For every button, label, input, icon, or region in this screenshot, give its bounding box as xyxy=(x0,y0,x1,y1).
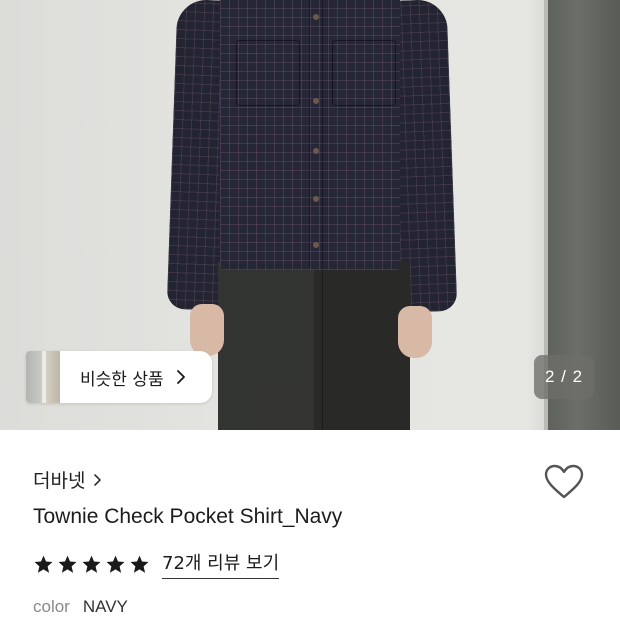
color-value: NAVY xyxy=(82,597,128,616)
skirt xyxy=(218,262,410,430)
view-reviews-link[interactable]: 72개 리뷰 보기 xyxy=(162,549,280,579)
shirt-button xyxy=(313,98,319,104)
star-icon xyxy=(130,555,149,573)
product-title: Townie Check Pocket Shirt_Navy xyxy=(33,505,343,528)
similar-products-label: 비슷한 상품 xyxy=(80,369,164,390)
star-icon xyxy=(82,555,101,573)
star-icon xyxy=(106,555,125,573)
brand-link[interactable]: 더바넷 xyxy=(33,466,103,493)
brand-name: 더바넷 xyxy=(33,470,86,492)
model-hand-right xyxy=(398,306,432,358)
similar-products-thumbnail xyxy=(26,351,60,403)
skirt-seam xyxy=(322,262,323,430)
color-label: color xyxy=(33,597,70,616)
chevron-right-icon xyxy=(93,472,103,488)
shirt-button xyxy=(313,196,319,202)
product-image[interactable]: 비슷한 상품 2 / 2 xyxy=(0,0,620,430)
shirt-button xyxy=(313,14,319,20)
color-option-row: color NAVY xyxy=(33,597,128,617)
shirt-pocket-right xyxy=(332,40,396,106)
heart-outline-icon[interactable] xyxy=(544,464,584,500)
chevron-right-icon xyxy=(176,368,188,386)
model-hand-left xyxy=(190,304,224,356)
similar-products-button[interactable]: 비슷한 상품 xyxy=(26,351,212,403)
shirt-button xyxy=(313,242,319,248)
rating-row: 72개 리뷰 보기 xyxy=(33,549,280,579)
shirt-pocket-left xyxy=(236,40,300,106)
shirt-button xyxy=(313,148,319,154)
shirt-placket xyxy=(309,0,323,268)
star-icon xyxy=(58,555,77,573)
image-pager-indicator: 2 / 2 xyxy=(534,355,594,399)
star-icon xyxy=(34,555,53,573)
star-rating xyxy=(33,554,150,575)
